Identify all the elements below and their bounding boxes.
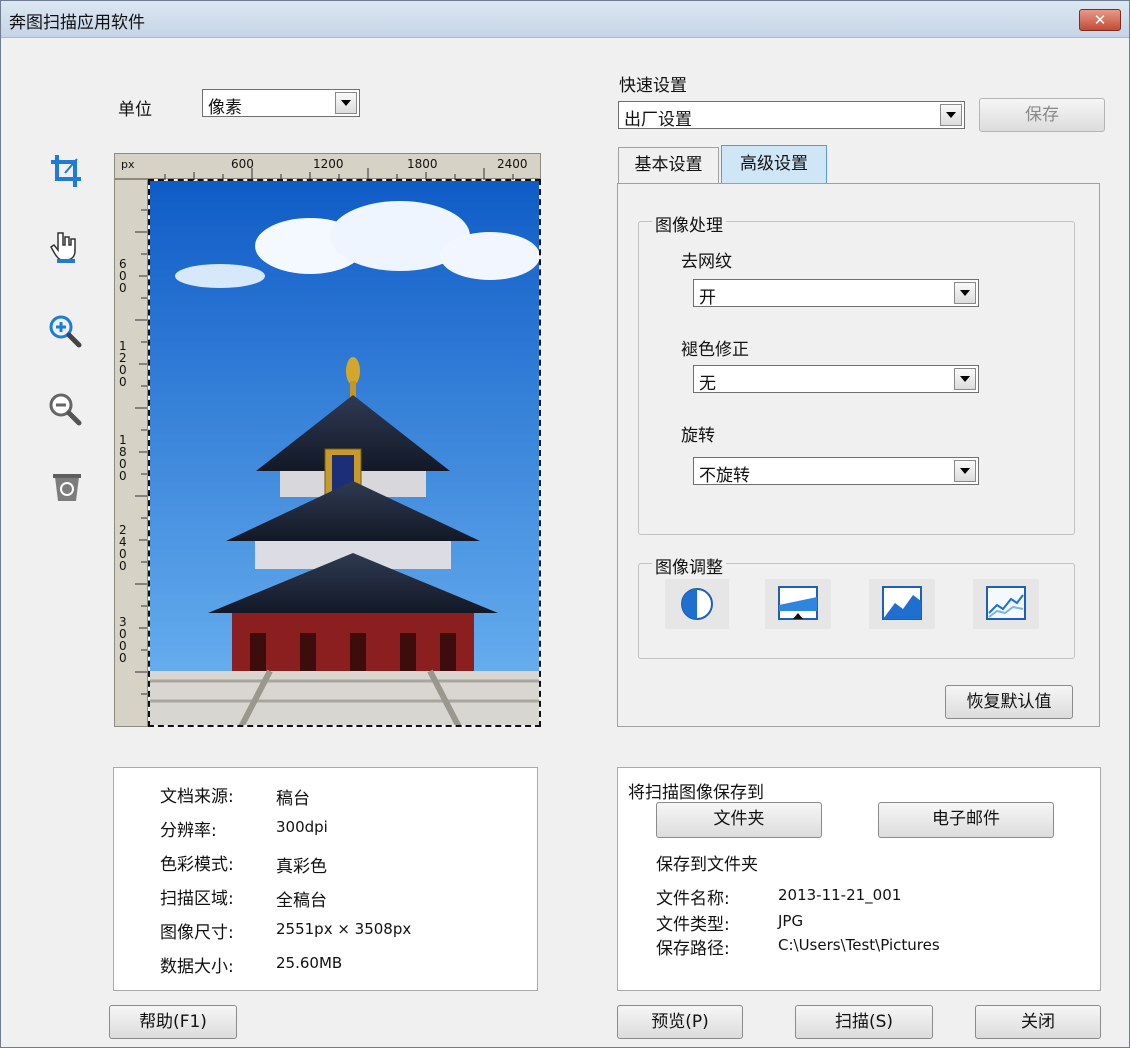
fade-correction-label: 褪色修正	[681, 340, 749, 360]
unit-label: 单位	[118, 100, 152, 120]
save-destination-panel: 将扫描图像保存到 文件夹 电子邮件 保存到文件夹 文件名称: 2013-11-2…	[617, 767, 1101, 991]
file-type-value: JPG	[778, 912, 804, 930]
recycle-bin-icon[interactable]	[49, 469, 85, 505]
tab-basic-settings[interactable]: 基本设置	[618, 147, 719, 183]
scan-info-panel: 文档来源: 稿台 分辨率: 300dpi 色彩模式: 真彩色 扫描区域: 全稿台…	[113, 767, 538, 991]
image-processing-legend: 图像处理	[652, 211, 726, 236]
zoom-out-icon[interactable]	[47, 391, 83, 427]
save-path-value: C:\Users\Test\Pictures	[778, 936, 940, 954]
descreen-label: 去网纹	[681, 252, 732, 272]
info-label: 分辨率:	[160, 821, 217, 841]
chevron-down-icon[interactable]	[954, 460, 976, 482]
scan-app-window: 奔图扫描应用软件 ✕ 单位 像素 px 600 1200 1800 2400 6…	[0, 0, 1130, 1048]
info-value: 真彩色	[276, 857, 327, 877]
info-value: 2551px × 3508px	[276, 920, 412, 938]
close-button[interactable]: 关闭	[975, 1005, 1101, 1039]
save-to-folder-button[interactable]: 文件夹	[656, 802, 822, 838]
window-title: 奔图扫描应用软件	[9, 13, 145, 33]
ruler-left-tick: 1200	[119, 339, 127, 389]
info-label: 图像尺寸:	[160, 923, 234, 943]
ruler-left-tick: 2400	[119, 523, 127, 573]
image-adjust-legend: 图像调整	[652, 553, 726, 578]
save-to-email-button[interactable]: 电子邮件	[878, 802, 1054, 838]
info-label: 文档来源:	[160, 787, 234, 807]
descreen-select[interactable]: 开	[693, 279, 979, 308]
unit-select[interactable]: 像素	[202, 89, 360, 118]
zoom-in-icon[interactable]	[47, 313, 83, 349]
unit-select-value: 像素	[208, 98, 242, 118]
tab-advanced-settings[interactable]: 高级设置	[721, 145, 827, 184]
info-label: 扫描区域:	[160, 889, 234, 909]
histogram-icon[interactable]	[973, 579, 1039, 629]
hand-pan-icon[interactable]	[47, 229, 83, 265]
chevron-down-icon[interactable]	[954, 282, 976, 304]
crop-icon[interactable]	[49, 153, 85, 189]
save-path-label: 保存路径:	[656, 939, 730, 959]
info-value: 25.60MB	[276, 954, 343, 972]
rotation-value: 不旋转	[699, 466, 750, 486]
ruler-left-tick: 600	[119, 257, 127, 295]
tone-curve-icon[interactable]	[869, 579, 935, 629]
temple-preview-picture	[150, 181, 539, 725]
levels-icon[interactable]	[765, 579, 831, 629]
file-name-value: 2013-11-21_001	[778, 886, 902, 904]
title-bar: 奔图扫描应用软件 ✕	[1, 1, 1129, 38]
rotation-select[interactable]: 不旋转	[693, 457, 979, 486]
rotation-label: 旋转	[681, 426, 715, 446]
top-ruler: px 600 1200 1800 2400	[114, 153, 541, 180]
left-ruler: 600 1200 1800 2400 3000	[114, 179, 148, 727]
info-value: 全稿台	[276, 891, 327, 911]
restore-defaults-button[interactable]: 恢复默认值	[945, 685, 1073, 719]
scan-preview-image[interactable]	[148, 179, 541, 727]
info-value: 稿台	[276, 789, 310, 809]
info-label: 数据大小:	[160, 957, 234, 977]
ruler-left-tick: 1800	[119, 433, 127, 483]
chevron-down-icon[interactable]	[335, 92, 357, 114]
save-preset-button[interactable]: 保存	[979, 98, 1105, 132]
save-destination-title: 将扫描图像保存到	[628, 783, 764, 803]
ruler-left-tick: 3000	[119, 615, 127, 665]
close-window-button[interactable]: ✕	[1079, 9, 1121, 31]
contrast-icon[interactable]	[665, 579, 729, 629]
quick-settings-label: 快速设置	[619, 76, 687, 96]
scan-button[interactable]: 扫描(S)	[795, 1005, 933, 1039]
save-to-folder-subtitle: 保存到文件夹	[656, 855, 758, 875]
quick-settings-value: 出厂设置	[624, 110, 692, 130]
chevron-down-icon[interactable]	[954, 368, 976, 390]
help-button[interactable]: 帮助(F1)	[109, 1005, 237, 1039]
info-label: 色彩模式:	[160, 855, 234, 875]
fade-correction-select[interactable]: 无	[693, 365, 979, 394]
preview-button[interactable]: 预览(P)	[617, 1005, 743, 1039]
chevron-down-icon[interactable]	[940, 104, 962, 126]
descreen-value: 开	[699, 288, 716, 308]
file-type-label: 文件类型:	[656, 915, 730, 935]
info-value: 300dpi	[276, 818, 328, 836]
quick-settings-select[interactable]: 出厂设置	[618, 101, 965, 130]
file-name-label: 文件名称:	[656, 889, 730, 909]
fade-correction-value: 无	[699, 374, 716, 394]
